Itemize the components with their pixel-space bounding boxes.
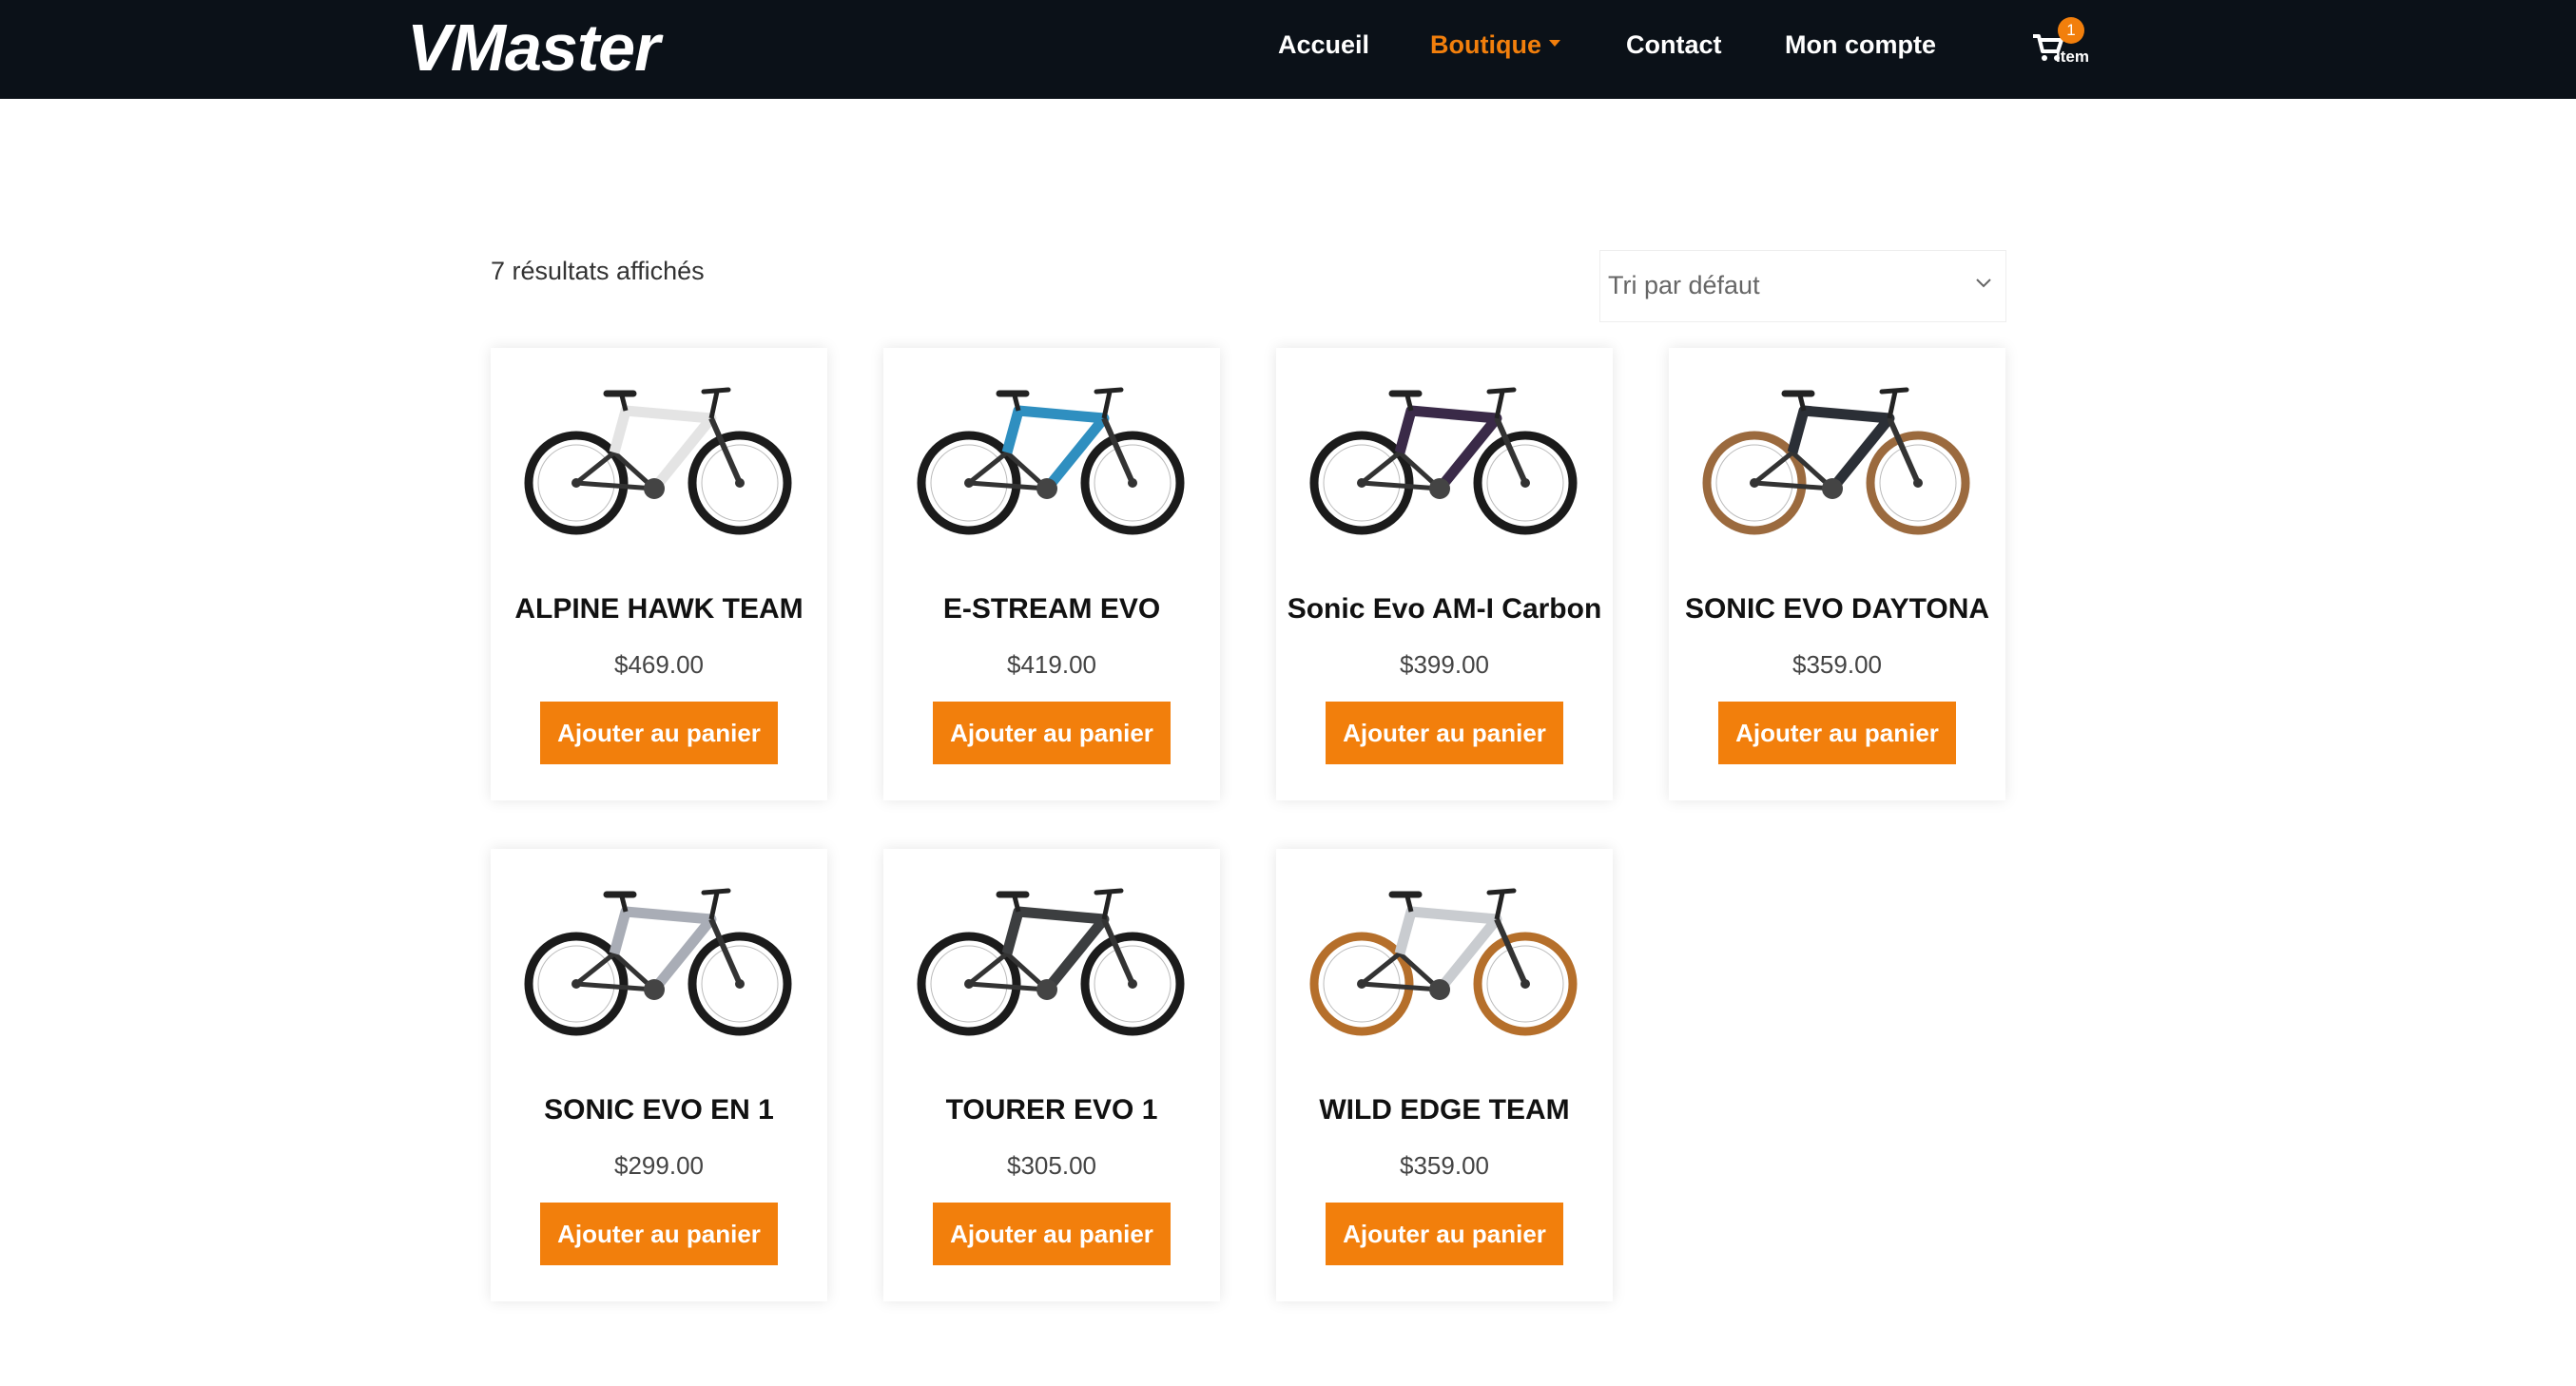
product-title[interactable]: TOURER EVO 1: [883, 1094, 1220, 1126]
product-image[interactable]: [916, 384, 1188, 536]
product-price: $305.00: [1007, 1151, 1096, 1180]
product-card: E-STREAM EVO $419.00 Ajouter au panier: [883, 348, 1220, 800]
results-count: 7 résultats affichés: [491, 257, 705, 285]
product-price: $359.00: [1400, 1151, 1489, 1180]
add-to-cart-button[interactable]: Ajouter au panier: [540, 1203, 778, 1265]
nav-link-boutique[interactable]: Boutique: [1430, 29, 1560, 61]
product-title[interactable]: E-STREAM EVO: [883, 593, 1220, 626]
bike-illustration: [1309, 387, 1578, 535]
product-title[interactable]: SONIC EVO DAYTONA: [1669, 593, 2005, 626]
add-to-cart-button[interactable]: Ajouter au panier: [1326, 1203, 1563, 1265]
nav-link-mon-compte[interactable]: Mon compte: [1785, 29, 1936, 61]
site-logo[interactable]: VMaster: [407, 10, 660, 86]
product-card: SONIC EVO DAYTONA $359.00 Ajouter au pan…: [1669, 348, 2005, 800]
product-title[interactable]: Sonic Evo AM-I Carbon: [1276, 593, 1613, 626]
product-card: WILD EDGE TEAM $359.00 Ajouter au panier: [1276, 849, 1613, 1301]
product-image[interactable]: [916, 885, 1188, 1037]
cart-button[interactable]: 1 Item: [2031, 17, 2098, 74]
nav-link-contact[interactable]: Contact: [1626, 29, 1722, 61]
add-to-cart-button[interactable]: Ajouter au panier: [933, 702, 1171, 764]
product-card: SONIC EVO EN 1 $299.00 Ajouter au panier: [491, 849, 827, 1301]
add-to-cart-button[interactable]: Ajouter au panier: [1326, 702, 1563, 764]
add-to-cart-button[interactable]: Ajouter au panier: [540, 702, 778, 764]
product-title[interactable]: WILD EDGE TEAM: [1276, 1094, 1613, 1126]
bike-illustration: [1702, 387, 1970, 535]
product-image[interactable]: [1308, 384, 1580, 536]
bike-illustration: [524, 888, 792, 1036]
chevron-down-icon: [1548, 40, 1560, 48]
cart-count-badge: 1: [2058, 17, 2084, 44]
bike-illustration: [1309, 888, 1578, 1036]
sort-selected-value: Tri par défaut: [1608, 271, 1760, 299]
product-card: Sonic Evo AM-I Carbon $399.00 Ajouter au…: [1276, 348, 1613, 800]
product-price: $419.00: [1007, 650, 1096, 679]
bike-illustration: [917, 387, 1185, 535]
top-navigation-bar: VMaster Accueil Boutique Contact Mon com…: [0, 0, 2576, 99]
nav-link-accueil[interactable]: Accueil: [1278, 29, 1369, 61]
product-image[interactable]: [523, 384, 795, 536]
product-title[interactable]: ALPINE HAWK TEAM: [491, 593, 827, 626]
product-card: ALPINE HAWK TEAM $469.00 Ajouter au pani…: [491, 348, 827, 800]
bike-illustration: [917, 888, 1185, 1036]
bike-illustration: [524, 387, 792, 535]
product-card: TOURER EVO 1 $305.00 Ajouter au panier: [883, 849, 1220, 1301]
product-price: $399.00: [1400, 650, 1489, 679]
product-image[interactable]: [1308, 885, 1580, 1037]
product-price: $359.00: [1792, 650, 1882, 679]
nav-link-boutique-label: Boutique: [1430, 30, 1541, 59]
sort-select[interactable]: Tri par défaut: [1599, 250, 2006, 322]
add-to-cart-button[interactable]: Ajouter au panier: [1718, 702, 1956, 764]
cart-item-label: Item: [2056, 48, 2089, 66]
product-price: $469.00: [614, 650, 704, 679]
product-price: $299.00: [614, 1151, 704, 1180]
add-to-cart-button[interactable]: Ajouter au panier: [933, 1203, 1171, 1265]
product-image[interactable]: [523, 885, 795, 1037]
chevron-down-icon: [1976, 279, 1991, 288]
product-title[interactable]: SONIC EVO EN 1: [491, 1094, 827, 1126]
product-image[interactable]: [1701, 384, 1973, 536]
